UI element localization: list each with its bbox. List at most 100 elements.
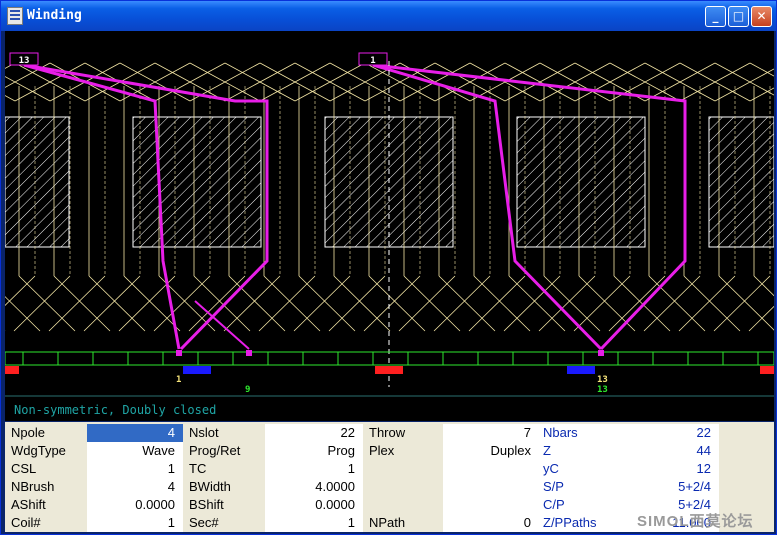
commutator-label: 13 bbox=[597, 375, 608, 385]
brush-positive bbox=[5, 366, 19, 374]
param-label: Throw bbox=[363, 424, 443, 442]
end-connection-bottom bbox=[328, 275, 426, 332]
param-value[interactable]: 0.0000 bbox=[87, 496, 183, 514]
end-connection-bottom bbox=[573, 275, 671, 332]
param-label: Z/PPaths bbox=[539, 514, 651, 532]
close-icon: ✕ bbox=[756, 9, 767, 23]
param-value[interactable]: 7 bbox=[443, 424, 539, 442]
param-label: BShift bbox=[183, 496, 265, 514]
end-connection-bottom bbox=[48, 275, 146, 332]
end-connection-bottom bbox=[0, 275, 76, 332]
param-label: Nslot bbox=[183, 424, 265, 442]
maximize-icon: □ bbox=[732, 9, 745, 23]
param-value[interactable]: 1 bbox=[87, 514, 183, 532]
param-value[interactable] bbox=[443, 478, 539, 496]
end-connection-bottom bbox=[398, 275, 496, 332]
end-connection-top bbox=[0, 92, 16, 102]
winding-diagram[interactable]: 13 1 1 9 13 13 bbox=[0, 31, 777, 421]
param-label: C/P bbox=[539, 496, 651, 514]
end-connection-bottom bbox=[678, 275, 776, 332]
maximize-button[interactable]: □ bbox=[728, 6, 749, 27]
param-value[interactable]: 4 bbox=[87, 478, 183, 496]
brush-negative bbox=[567, 366, 595, 374]
param-label bbox=[363, 460, 443, 478]
param-label bbox=[363, 478, 443, 496]
param-label: TC bbox=[183, 460, 265, 478]
coil-marker-label: 13 bbox=[19, 56, 30, 66]
end-connection-bottom bbox=[83, 275, 181, 332]
param-label: Nbars bbox=[539, 424, 651, 442]
param-value[interactable]: Duplex bbox=[443, 442, 539, 460]
param-value: 5+2/4 bbox=[651, 478, 719, 496]
param-label: AShift bbox=[5, 496, 87, 514]
pole-piece bbox=[516, 116, 646, 248]
minimize-button[interactable]: _ bbox=[705, 6, 726, 27]
coil-lead-marker bbox=[176, 350, 182, 356]
end-connection-bottom bbox=[713, 275, 777, 332]
param-value: 12 bbox=[651, 460, 719, 478]
end-connection-top bbox=[0, 62, 121, 102]
param-label: Coil# bbox=[5, 514, 87, 532]
param-value[interactable]: 4 bbox=[87, 424, 183, 442]
end-connection-bottom bbox=[258, 275, 356, 332]
end-connection-bottom bbox=[223, 275, 321, 332]
param-value[interactable]: 22 bbox=[265, 424, 363, 442]
commutator-label: 1 bbox=[176, 375, 181, 385]
coil-lead-marker bbox=[246, 350, 252, 356]
param-value[interactable]: 1 bbox=[265, 514, 363, 532]
param-value[interactable]: Prog bbox=[265, 442, 363, 460]
param-label: BWidth bbox=[183, 478, 265, 496]
param-value[interactable]: 4.0000 bbox=[265, 478, 363, 496]
commutator-label: 13 bbox=[597, 385, 608, 395]
param-value[interactable]: 0 bbox=[443, 514, 539, 532]
end-connection-top bbox=[644, 62, 777, 102]
param-label: CSL bbox=[5, 460, 87, 478]
title-bar[interactable]: Winding _ □ ✕ bbox=[1, 1, 776, 31]
param-value: 22 bbox=[651, 424, 719, 442]
commutator-label: 9 bbox=[245, 385, 250, 395]
param-label bbox=[363, 496, 443, 514]
end-connection-top bbox=[714, 66, 777, 102]
param-label: Plex bbox=[363, 442, 443, 460]
pole-piece bbox=[4, 116, 70, 248]
param-value[interactable]: 1 bbox=[265, 460, 363, 478]
end-connection-bottom bbox=[363, 275, 461, 332]
close-button[interactable]: ✕ bbox=[751, 6, 772, 27]
param-label: S/P bbox=[539, 478, 651, 496]
end-connection-bottom bbox=[468, 275, 566, 332]
param-label: Prog/Ret bbox=[183, 442, 265, 460]
winding-window: Winding _ □ ✕ 13 1 1 9 13 13 Non-symmetric, D… bbox=[0, 0, 777, 535]
coil-marker-label: 1 bbox=[370, 56, 375, 66]
param-value[interactable] bbox=[443, 460, 539, 478]
param-label: Sec# bbox=[183, 514, 265, 532]
param-value[interactable]: 0.0000 bbox=[265, 496, 363, 514]
param-value[interactable]: Wave bbox=[87, 442, 183, 460]
param-label: WdgType bbox=[5, 442, 87, 460]
pole-piece bbox=[132, 116, 262, 248]
brush-positive bbox=[760, 366, 774, 374]
end-connection-bottom bbox=[503, 275, 601, 332]
brush-positive bbox=[375, 366, 403, 374]
param-label: NBrush bbox=[5, 478, 87, 496]
param-label: Z bbox=[539, 442, 651, 460]
window-title: Winding bbox=[27, 8, 82, 23]
winding-status: Non-symmetric, Doubly closed bbox=[14, 403, 217, 417]
coil-lead-marker bbox=[598, 350, 604, 356]
param-label: Npole bbox=[5, 424, 87, 442]
end-connection-bottom bbox=[538, 275, 636, 332]
watermark-logo: SIMOL西莫论坛 bbox=[637, 513, 754, 530]
end-connection-bottom bbox=[188, 275, 286, 332]
param-label: NPath bbox=[363, 514, 443, 532]
minimize-icon: _ bbox=[712, 9, 719, 23]
end-connection-bottom bbox=[608, 275, 706, 332]
param-label: yC bbox=[539, 460, 651, 478]
app-grid-icon[interactable] bbox=[7, 7, 23, 25]
param-value: 44 bbox=[651, 442, 719, 460]
end-connection-bottom bbox=[433, 275, 531, 332]
param-value[interactable]: 1 bbox=[87, 460, 183, 478]
winding-svg: 13 1191313 bbox=[0, 52, 777, 397]
end-connection-bottom bbox=[13, 275, 111, 332]
brush-negative bbox=[183, 366, 211, 374]
end-connection-bottom bbox=[293, 275, 391, 332]
param-value[interactable] bbox=[443, 496, 539, 514]
